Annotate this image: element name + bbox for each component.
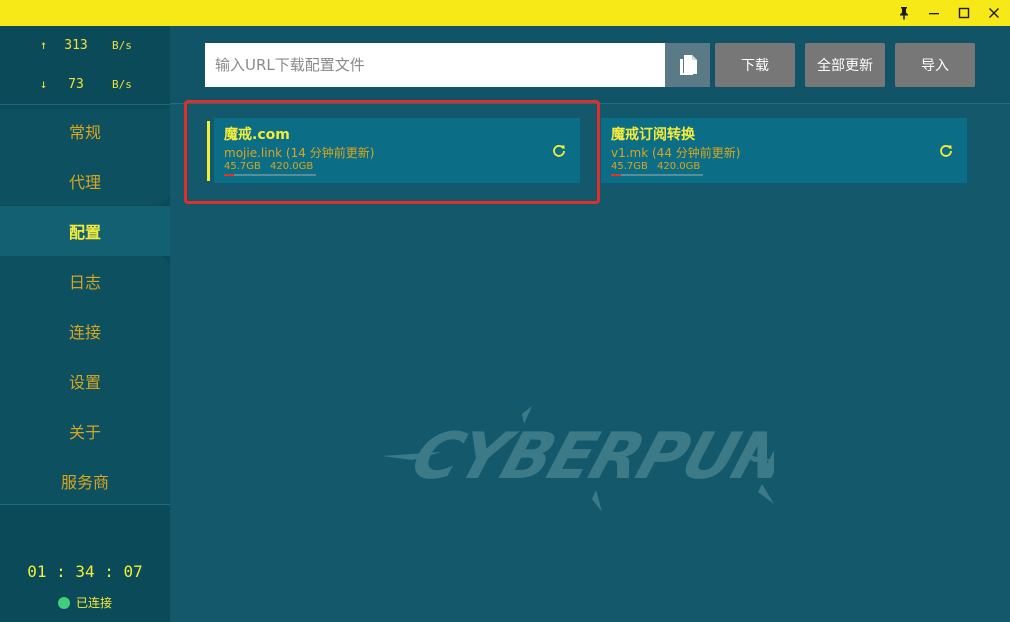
url-input[interactable]	[205, 43, 665, 87]
nav-item-profiles[interactable]: 配置	[0, 206, 170, 256]
profile-card[interactable]: 魔戒.com mojie.link (14 分钟前更新) 45.7GB 420.…	[207, 118, 580, 183]
divider	[0, 104, 170, 105]
upload-speed: ↑ 313 B/s	[0, 26, 170, 64]
profile-used: 45.7GB	[224, 161, 261, 172]
profile-used: 45.7GB	[611, 161, 648, 172]
paste-icon	[679, 55, 697, 75]
nav-item-settings[interactable]: 设置	[0, 356, 170, 406]
update-all-button[interactable]: 全部更新	[805, 43, 885, 87]
status-dot-icon	[57, 596, 70, 609]
profile-name: 魔戒.com	[224, 127, 290, 143]
toolbar: 下载 全部更新 导入	[170, 26, 1010, 104]
usage-bar	[224, 174, 316, 176]
connection-status: 已连接	[0, 594, 170, 611]
download-speed-value: 73	[68, 76, 84, 92]
sidebar: ↑ 313 B/s ↓ 73 B/s 常规 代理 配置 日志 连接 设置 关于 …	[0, 26, 170, 622]
profile-total: 420.0GB	[270, 161, 314, 172]
download-speed-unit: B/s	[112, 77, 132, 91]
profile-card[interactable]: 魔戒订阅转换 v1.mk (44 分钟前更新) 45.7GB 420.0GB	[601, 118, 967, 183]
nav-item-proxy[interactable]: 代理	[0, 156, 170, 206]
selected-indicator	[207, 121, 210, 181]
download-arrow-icon: ↓	[40, 77, 48, 91]
nav-item-provider[interactable]: 服务商	[0, 456, 170, 506]
minimize-icon[interactable]	[919, 0, 949, 26]
usage-bar-fill	[224, 174, 235, 176]
connection-status-label: 已连接	[75, 596, 112, 610]
nav-item-logs[interactable]: 日志	[0, 256, 170, 306]
title-bar	[0, 0, 1010, 26]
download-speed: ↓ 73 B/s	[0, 65, 170, 103]
uptime-clock: 01 : 34 : 07	[27, 562, 143, 581]
nav-item-connections[interactable]: 连接	[0, 306, 170, 356]
refresh-icon[interactable]	[552, 144, 566, 158]
cyberpunk-logo: CYBERPUNK	[382, 406, 774, 512]
nav-item-general[interactable]: 常规	[0, 106, 170, 156]
paste-button[interactable]	[665, 43, 710, 87]
usage-bar	[611, 174, 703, 176]
nav-item-about[interactable]: 关于	[0, 406, 170, 456]
profile-total: 420.0GB	[657, 161, 701, 172]
download-button[interactable]: 下载	[715, 43, 795, 87]
pin-icon[interactable]	[889, 0, 919, 26]
maximize-icon[interactable]	[949, 0, 979, 26]
refresh-icon[interactable]	[939, 144, 953, 158]
profile-info: v1.mk (44 分钟前更新)	[611, 146, 741, 160]
svg-text:CYBERPUNK: CYBERPUNK	[403, 420, 774, 494]
upload-speed-value: 313	[64, 37, 88, 53]
usage-bar-fill	[611, 174, 622, 176]
close-icon[interactable]	[979, 0, 1009, 26]
profile-info: mojie.link (14 分钟前更新)	[224, 146, 375, 160]
profile-name: 魔戒订阅转换	[611, 127, 695, 143]
main-panel: 下载 全部更新 导入 魔戒.com mojie.link (14 分钟前更新) …	[170, 26, 1010, 622]
upload-arrow-icon: ↑	[40, 38, 48, 52]
upload-speed-unit: B/s	[112, 38, 132, 52]
import-button[interactable]: 导入	[895, 43, 975, 87]
divider	[0, 504, 170, 505]
